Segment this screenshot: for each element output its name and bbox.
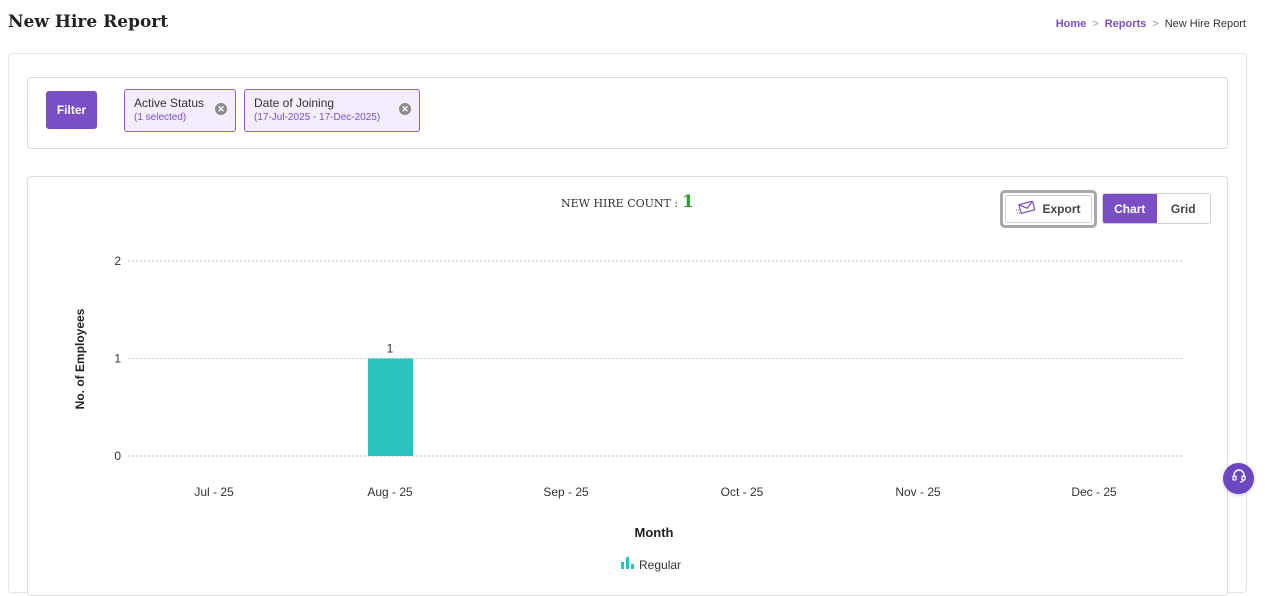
chart-legend[interactable]: Regular [621,557,681,572]
bar-chart: 0 1 2 Jul - 25 Aug - 25 1 Sep - 25 Oct - 25 Nov … [73,254,1182,540]
x-tick-label: Jul - 25 [194,485,234,499]
headset-icon [1231,468,1247,489]
bar[interactable] [368,358,413,457]
x-tick-label: Oct - 25 [721,485,764,499]
x-tick-label: Dec - 25 [1071,485,1117,499]
data-label: 1 [387,342,394,356]
x-tick-label: Sep - 25 [543,485,589,499]
y-axis-title: No. of Employees [73,308,87,409]
x-tick-label: Nov - 25 [895,485,941,499]
support-button[interactable] [1223,463,1254,494]
bar-chart-icon [621,557,635,572]
y-tick-label: 2 [114,254,121,268]
legend-label: Regular [639,557,682,572]
y-tick-label: 1 [114,352,121,366]
x-axis-title: Month [635,525,674,540]
y-tick-label: 0 [114,449,121,463]
x-tick-label: Aug - 25 [367,485,413,499]
